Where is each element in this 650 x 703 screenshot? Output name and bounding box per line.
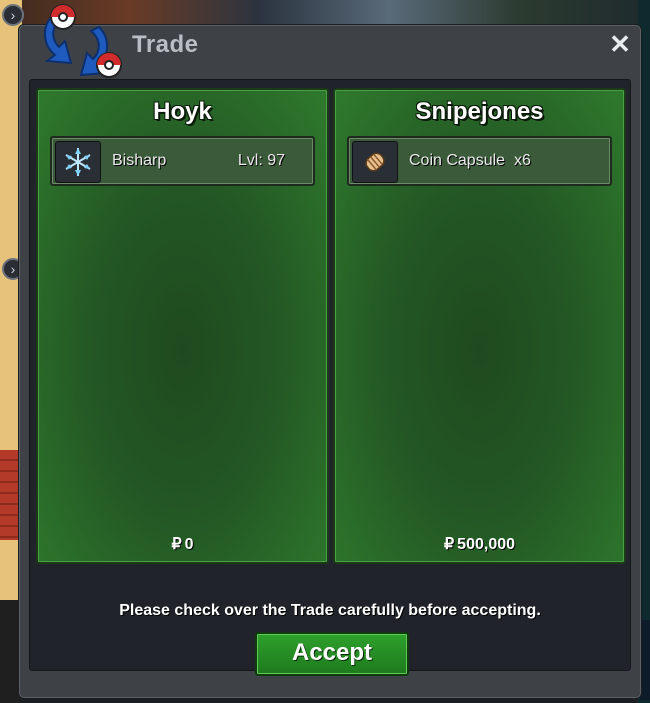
capsule-icon: [352, 141, 398, 183]
chevron-right-icon[interactable]: ›: [2, 4, 24, 26]
player-name: Hoyk: [153, 98, 212, 125]
accept-button[interactable]: Accept: [255, 632, 409, 676]
pokedollar-icon: ₽: [443, 536, 455, 553]
money-amount: 500,000: [457, 536, 516, 553]
pokedollar-icon: ₽: [171, 536, 182, 553]
trade-window: Trade ✕ Hoyk Bisharp Lvl: 97 ₽ 0 Snipejo…: [18, 4, 642, 699]
money-amount: 0: [184, 536, 194, 553]
trade-logo-icon: [44, 4, 122, 78]
player-name: Snipejones: [415, 98, 544, 125]
window-title: Trade: [132, 31, 199, 58]
money-offer: ₽0: [38, 534, 327, 554]
trade-content: Hoyk Bisharp Lvl: 97 ₽ 0 Snipejones Coin…: [29, 79, 631, 676]
item-name: Coin Capsule x6: [409, 152, 531, 169]
item-level: Lvl: 97: [237, 152, 285, 169]
item-name: Bisharp: [112, 152, 167, 169]
trade-notice: Please check over the Trade carefully be…: [119, 602, 541, 619]
ice-shard-icon: [55, 141, 101, 183]
trade-panel-hoyk: Hoyk Bisharp Lvl: 97 ₽ 0: [36, 88, 329, 564]
trade-item[interactable]: Coin Capsule x6: [347, 136, 612, 186]
money-offer: ₽500,000: [335, 534, 624, 554]
trade-item[interactable]: Bisharp Lvl: 97: [50, 136, 315, 186]
trade-panel-snipejones: Snipejones Coin Capsule x6 ₽500,000: [333, 88, 626, 564]
close-button[interactable]: ✕: [607, 31, 633, 57]
